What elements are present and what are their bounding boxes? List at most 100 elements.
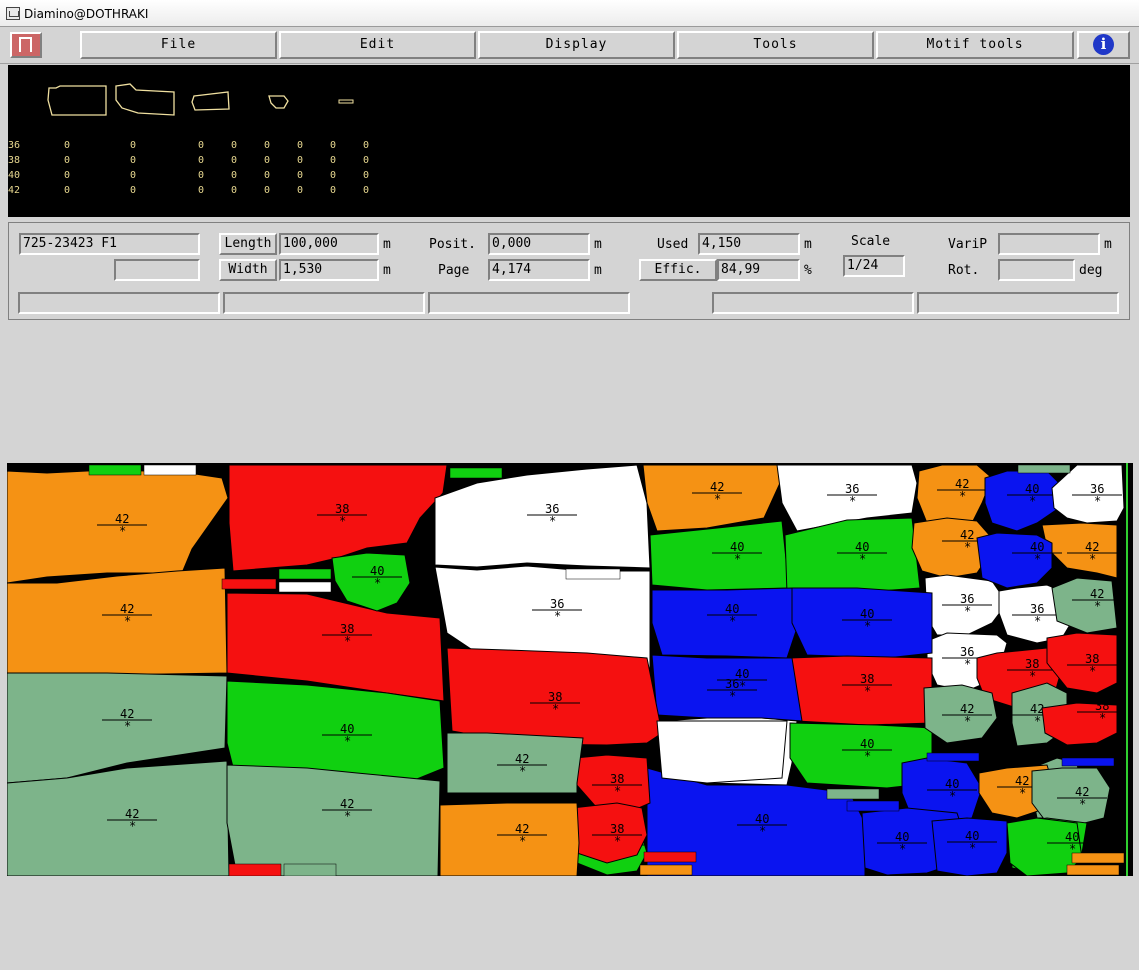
marker-sub-field[interactable] — [114, 259, 200, 281]
app-logo-icon — [19, 37, 32, 52]
piece-outline[interactable] — [338, 99, 354, 104]
marker-piece[interactable]: *36 — [434, 464, 651, 569]
marker-piece[interactable]: *38 — [571, 802, 648, 864]
marker-piece[interactable]: *42 — [226, 764, 441, 876]
efficiency-field[interactable]: 84,99 — [717, 259, 800, 281]
menu-file[interactable]: File — [80, 31, 277, 59]
marker-strip-piece[interactable] — [143, 464, 197, 476]
marker-piece[interactable]: *38 — [1041, 699, 1127, 746]
preview-count: 0 — [231, 185, 238, 196]
menu-motif-tools[interactable]: Motif tools — [876, 31, 1074, 59]
marker-strip-piece[interactable] — [278, 581, 332, 593]
marker-piece[interactable]: *40 — [651, 587, 798, 659]
width-button[interactable]: Width — [219, 259, 277, 281]
marker-piece[interactable]: *42 — [642, 464, 781, 532]
preview-count: 0 — [130, 140, 137, 151]
piece-size-label: 40 — [1065, 830, 1079, 844]
preview-count: 0 — [363, 140, 370, 151]
svg-text:*: * — [554, 609, 561, 623]
efficiency-button[interactable]: Effic. — [639, 259, 717, 281]
marker-piece[interactable]: *42 — [446, 732, 584, 794]
menu-edit[interactable]: Edit — [279, 31, 476, 59]
svg-text:*: * — [1094, 599, 1101, 613]
marker-piece[interactable]: *42 — [923, 684, 998, 744]
svg-text:*: * — [759, 824, 766, 838]
varip-unit: m — [1104, 237, 1112, 252]
piece-size-label: 40 — [340, 722, 354, 736]
scale-field[interactable]: 1/24 — [843, 255, 905, 277]
piece-outline[interactable] — [191, 91, 230, 111]
preview-count: 0 — [64, 155, 71, 166]
svg-text:*: * — [339, 514, 346, 528]
preview-count: 0 — [363, 185, 370, 196]
marker-piece[interactable]: *40 — [984, 470, 1060, 532]
marker-strip-piece[interactable] — [565, 568, 621, 580]
marker-strip-piece[interactable] — [639, 864, 693, 876]
used-field[interactable]: 4,150 — [698, 233, 800, 255]
marker-strip-piece[interactable] — [88, 464, 142, 476]
posit-field[interactable]: 0,000 — [488, 233, 590, 255]
marker-piece[interactable]: *36 — [924, 574, 1008, 636]
marker-strip-piece[interactable] — [278, 568, 332, 580]
marker-piece[interactable]: *38 — [446, 647, 663, 746]
menu-tools[interactable]: Tools — [677, 31, 874, 59]
menu-display[interactable]: Display — [478, 31, 675, 59]
info-button[interactable]: i — [1077, 31, 1130, 59]
piece-size-label: 42 — [1015, 774, 1029, 788]
marker-piece[interactable]: *40 — [649, 520, 790, 591]
page-field[interactable]: 4,174 — [488, 259, 590, 281]
marker-strip-piece[interactable] — [846, 800, 900, 812]
rot-field[interactable] — [998, 259, 1075, 281]
marker-strip-piece[interactable] — [221, 578, 277, 590]
marker-name-field[interactable]: 725-23423 F1 — [19, 233, 200, 255]
marker-piece[interactable]: *40 — [791, 587, 933, 659]
marker-strip-piece[interactable] — [283, 863, 337, 876]
marker-strip-piece[interactable] — [926, 752, 980, 762]
length-unit: m — [383, 237, 391, 252]
efficiency-unit: % — [804, 263, 812, 278]
posit-label: Posit. — [429, 237, 476, 252]
width-field[interactable]: 1,530 — [279, 259, 379, 281]
marker-piece[interactable]: *38 — [789, 655, 933, 726]
length-field[interactable]: 100,000 — [279, 233, 379, 255]
svg-text:*: * — [964, 657, 971, 671]
marker-strip-piece[interactable] — [643, 851, 697, 863]
marker-piece[interactable]: *42 — [7, 567, 228, 676]
marker-strip-piece[interactable] — [228, 863, 282, 876]
marker-piece[interactable]: *40 — [976, 532, 1062, 589]
marker-piece[interactable]: *42 — [439, 802, 580, 876]
preview-size-label: 36 — [8, 140, 21, 151]
svg-text:*: * — [969, 841, 976, 855]
marker-piece[interactable]: *42 — [1031, 767, 1111, 826]
piece-outline[interactable] — [115, 83, 175, 116]
marker-strip-piece[interactable] — [1071, 852, 1125, 864]
marker-piece[interactable]: *42 — [7, 469, 229, 584]
marker-canvas[interactable]: * 42 * 38 * 36 * 42 * 36 * 42 * 38 * 36 * 40 * 40 * 42 * 42 * 40 *… — [7, 463, 1133, 876]
marker-strip-piece[interactable] — [1061, 757, 1115, 767]
preview-count: 0 — [231, 155, 238, 166]
marker-layout[interactable]: *42 *38*36*42*36*42*38*36*40*40*42*42*40*… — [7, 463, 1133, 876]
piece-outline[interactable] — [268, 95, 289, 109]
piece-size-label: 40 — [860, 737, 874, 751]
marker-piece[interactable]: *36 — [1051, 464, 1125, 524]
svg-text:*: * — [614, 784, 621, 798]
svg-text:*: * — [344, 634, 351, 648]
status-field — [223, 292, 425, 314]
preview-count: 0 — [64, 140, 71, 151]
piece-outline[interactable] — [47, 85, 107, 116]
piece-size-label: 38 — [610, 822, 624, 836]
marker-strip-piece[interactable] — [449, 467, 503, 479]
marker-strip-piece[interactable] — [1066, 864, 1120, 876]
svg-text:*: * — [739, 679, 746, 693]
marker-strip-piece[interactable] — [1017, 464, 1071, 474]
marker-piece[interactable]: *38 — [228, 464, 448, 572]
marker-piece[interactable]: *42 — [1041, 522, 1118, 579]
piece-size-label: 42 — [125, 807, 139, 821]
varip-field[interactable] — [998, 233, 1100, 255]
marker-piece[interactable]: *40 — [931, 817, 1008, 876]
length-button[interactable]: Length — [219, 233, 277, 255]
app-logo-button[interactable] — [10, 32, 42, 58]
piece-size-label: 42 — [955, 477, 969, 491]
marker-strip-piece[interactable] — [826, 788, 880, 800]
piece-size-label: 42 — [710, 480, 724, 494]
